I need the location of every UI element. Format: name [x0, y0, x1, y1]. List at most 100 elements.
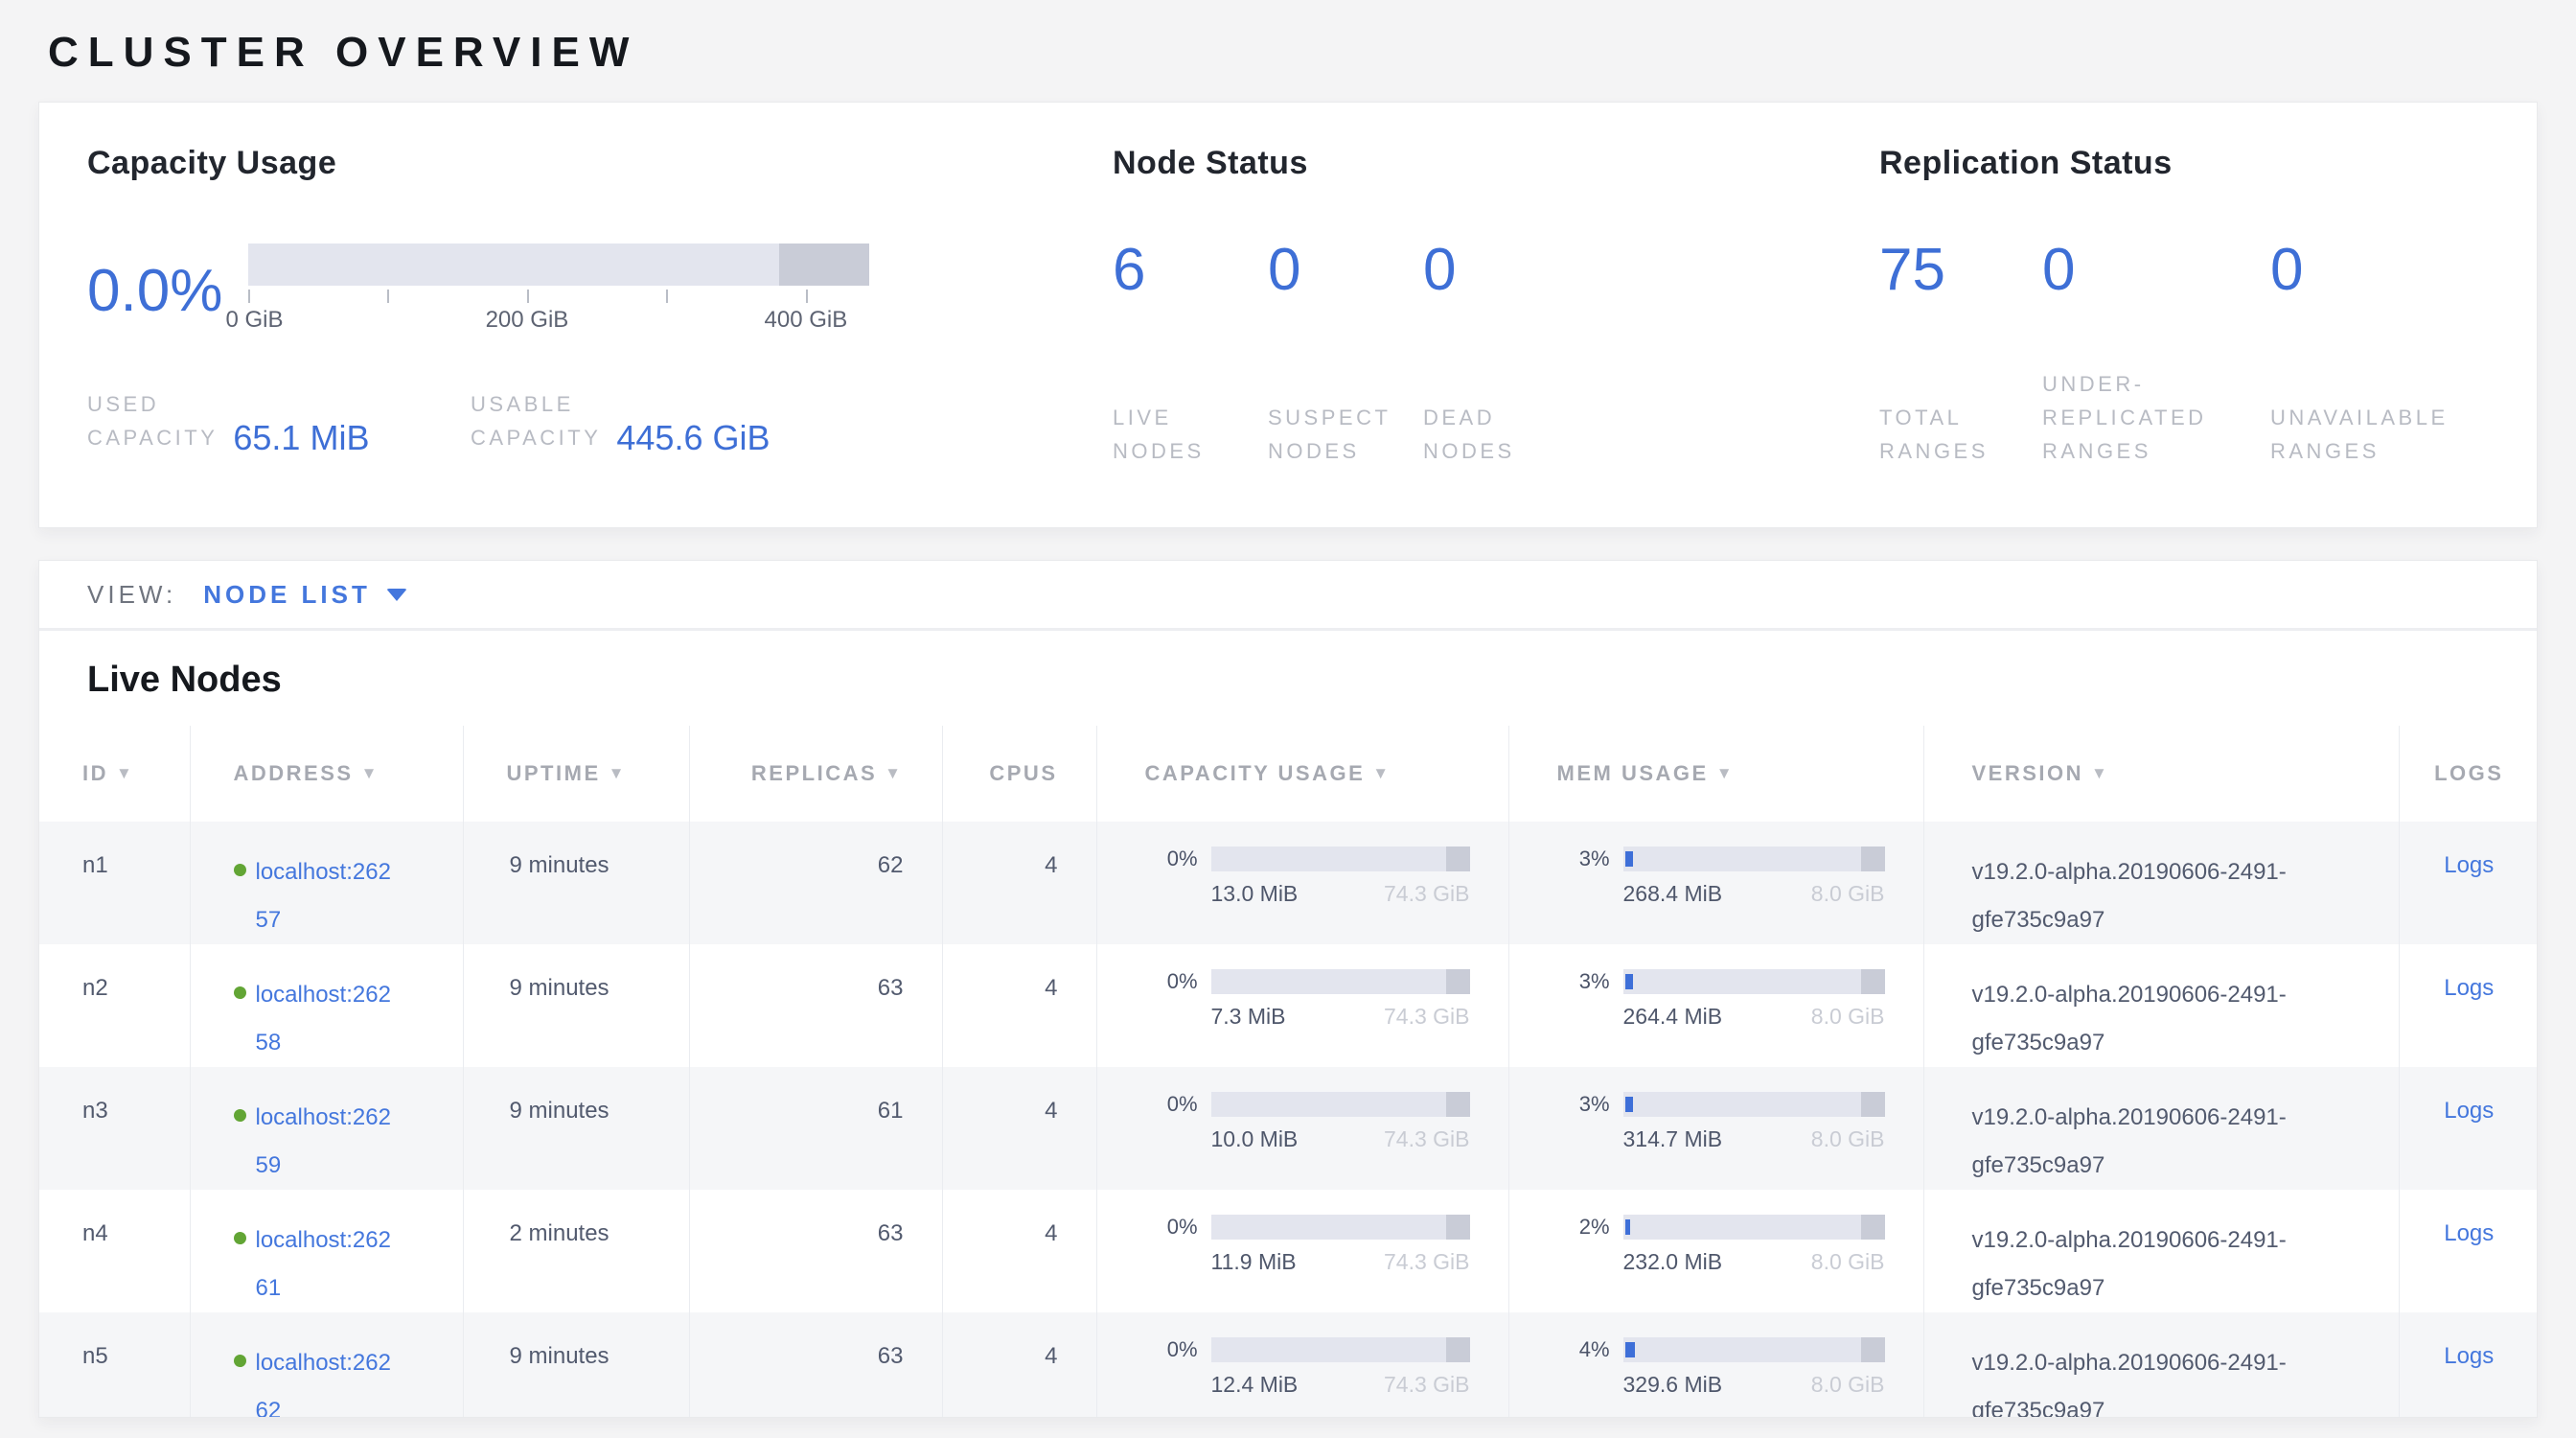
- table-row: n4 localhost:26261 2 minutes 63 4 0% 11.…: [39, 1190, 2538, 1312]
- usable-capacity-stat: USABLE CAPACITY 445.6 GiB: [471, 387, 854, 454]
- axis-label: 200 GiB: [486, 307, 569, 334]
- mem-used-value: 268.4 MiB: [1623, 881, 1723, 907]
- total-ranges-count: 75: [1879, 236, 2042, 304]
- capacity-usage-bar: [1211, 847, 1470, 871]
- unavailable-ranges-count: 0: [2270, 236, 2449, 304]
- mem-bar-fill: [1625, 1342, 1636, 1357]
- node-status-section: Node Status 6 LIVE NODES 0 SUSPECT NODES: [1113, 145, 1879, 527]
- live-nodes-label: LIVE NODES: [1113, 401, 1268, 468]
- view-selector-dropdown[interactable]: NODE LIST: [203, 580, 407, 610]
- logs-link[interactable]: Logs: [2444, 852, 2494, 878]
- mem-used-value: 264.4 MiB: [1623, 1004, 1723, 1030]
- mem-bar-reserved-segment: [1861, 969, 1885, 994]
- node-address-link[interactable]: localhost:26259: [256, 1094, 402, 1190]
- sort-desc-icon: ▼: [885, 764, 903, 782]
- capacity-usage-bar: [1211, 969, 1470, 994]
- column-header-replicas[interactable]: REPLICAS▼: [689, 726, 942, 822]
- node-version-cell: v19.2.0-alpha.20190606-2491-gfe735c9a97: [1923, 944, 2399, 1067]
- node-version-cell: v19.2.0-alpha.20190606-2491-gfe735c9a97: [1923, 1312, 2399, 1418]
- node-uptime-cell: 9 minutes: [463, 1312, 689, 1418]
- mem-percent-label: 3%: [1557, 969, 1610, 994]
- capacity-percent-label: 0%: [1145, 1092, 1198, 1117]
- capacity-bar-available-segment: [248, 244, 779, 286]
- capacity-bar-reserved-segment: [1446, 847, 1469, 871]
- column-header-uptime[interactable]: UPTIME▼: [463, 726, 689, 822]
- capacity-used-value: 7.3 MiB: [1211, 1004, 1286, 1030]
- logs-link[interactable]: Logs: [2444, 975, 2494, 1001]
- mem-percent-label: 2%: [1557, 1215, 1610, 1240]
- mem-bar-fill: [1625, 851, 1633, 867]
- used-capacity-value: 65.1 MiB: [233, 418, 369, 458]
- node-replicas-cell: 62: [689, 822, 942, 944]
- column-header-cpus: CPUS: [942, 726, 1096, 822]
- logs-link[interactable]: Logs: [2444, 1220, 2494, 1246]
- node-version-cell: v19.2.0-alpha.20190606-2491-gfe735c9a97: [1923, 822, 2399, 944]
- node-replicas-cell: 63: [689, 1312, 942, 1418]
- mem-total-value: 8.0 GiB: [1811, 1372, 1885, 1398]
- column-header-address[interactable]: ADDRESS▼: [190, 726, 463, 822]
- node-mem-usage-cell: 2% 232.0 MiB 8.0 GiB: [1508, 1190, 1923, 1312]
- capacity-percent-label: 0%: [1145, 847, 1198, 871]
- capacity-used-value: 11.9 MiB: [1211, 1249, 1297, 1275]
- logs-link[interactable]: Logs: [2444, 1343, 2494, 1369]
- mem-usage-bar: [1623, 1337, 1885, 1362]
- capacity-total-value: 74.3 GiB: [1384, 1249, 1470, 1275]
- table-header-row: ID▼ ADDRESS▼ UPTIME▼ REPLICAS▼ CPUS CAPA…: [39, 726, 2538, 822]
- under-replicated-ranges-stat: 0 UNDER- REPLICATED RANGES: [2042, 236, 2270, 468]
- node-replicas-cell: 63: [689, 944, 942, 1067]
- node-capacity-usage-cell: 0% 13.0 MiB 74.3 GiB: [1096, 822, 1508, 944]
- capacity-percent-label: 0%: [1145, 1215, 1198, 1240]
- capacity-usage-title: Capacity Usage: [87, 145, 1113, 182]
- capacity-usage-bar: [1211, 1215, 1470, 1240]
- view-bar: VIEW: NODE LIST: [39, 561, 2537, 631]
- mem-total-value: 8.0 GiB: [1811, 1004, 1885, 1030]
- node-list-card: VIEW: NODE LIST Live Nodes ID▼ ADDRESS▼ …: [38, 560, 2538, 1418]
- capacity-bar-reserved-segment: [1446, 969, 1469, 994]
- mem-bar-fill: [1625, 974, 1633, 989]
- column-header-version[interactable]: VERSION▼: [1923, 726, 2399, 822]
- live-status-dot-icon: [234, 1109, 246, 1122]
- live-nodes-stat: 6 LIVE NODES: [1113, 236, 1268, 468]
- capacity-bar-reserved-segment: [779, 244, 869, 286]
- capacity-total-value: 74.3 GiB: [1384, 881, 1470, 907]
- mem-bar-reserved-segment: [1861, 1215, 1885, 1240]
- unavailable-ranges-label: UNAVAILABLE RANGES: [2270, 401, 2449, 468]
- node-address-link[interactable]: localhost:26258: [256, 971, 402, 1067]
- suspect-nodes-stat: 0 SUSPECT NODES: [1268, 236, 1423, 468]
- live-nodes-count: 6: [1113, 236, 1268, 304]
- node-id-cell: n2: [39, 944, 190, 1067]
- replication-status-title: Replication Status: [1879, 145, 2489, 182]
- column-header-mem-usage[interactable]: MEM USAGE▼: [1508, 726, 1923, 822]
- logs-link[interactable]: Logs: [2444, 1098, 2494, 1124]
- node-capacity-usage-cell: 0% 10.0 MiB 74.3 GiB: [1096, 1067, 1508, 1190]
- capacity-axis-labels: 0 GiB 200 GiB 400 GiB: [248, 307, 869, 337]
- table-row: n3 localhost:26259 9 minutes 61 4 0% 10.…: [39, 1067, 2538, 1190]
- capacity-bar: [248, 244, 869, 286]
- node-replicas-cell: 61: [689, 1067, 942, 1190]
- unavailable-ranges-stat: 0 UNAVAILABLE RANGES: [2270, 236, 2449, 468]
- capacity-usage-bar: [1211, 1092, 1470, 1117]
- capacity-total-value: 74.3 GiB: [1384, 1372, 1470, 1398]
- usable-capacity-value: 445.6 GiB: [616, 418, 770, 458]
- mem-bar-reserved-segment: [1861, 1337, 1885, 1362]
- total-ranges-label: TOTAL RANGES: [1879, 401, 2042, 468]
- node-address-link[interactable]: localhost:26261: [256, 1217, 402, 1312]
- node-capacity-usage-cell: 0% 7.3 MiB 74.3 GiB: [1096, 944, 1508, 1067]
- under-replicated-ranges-label: UNDER- REPLICATED RANGES: [2042, 367, 2270, 468]
- node-logs-cell: Logs: [2399, 944, 2538, 1067]
- mem-used-value: 329.6 MiB: [1623, 1372, 1723, 1398]
- node-address-link[interactable]: localhost:26262: [256, 1339, 402, 1418]
- node-version-cell: v19.2.0-alpha.20190606-2491-gfe735c9a97: [1923, 1067, 2399, 1190]
- column-header-capacity-usage[interactable]: CAPACITY USAGE▼: [1096, 726, 1508, 822]
- node-address-link[interactable]: localhost:26257: [256, 848, 402, 944]
- node-cpus-cell: 4: [942, 822, 1096, 944]
- mem-usage-bar: [1623, 847, 1885, 871]
- dead-nodes-label: DEAD NODES: [1423, 401, 1515, 468]
- suspect-nodes-count: 0: [1268, 236, 1423, 304]
- node-address-cell: localhost:26257: [190, 822, 463, 944]
- node-logs-cell: Logs: [2399, 1190, 2538, 1312]
- column-header-id[interactable]: ID▼: [39, 726, 190, 822]
- node-status-title: Node Status: [1113, 145, 1879, 182]
- node-uptime-cell: 9 minutes: [463, 944, 689, 1067]
- view-label: VIEW:: [87, 580, 176, 610]
